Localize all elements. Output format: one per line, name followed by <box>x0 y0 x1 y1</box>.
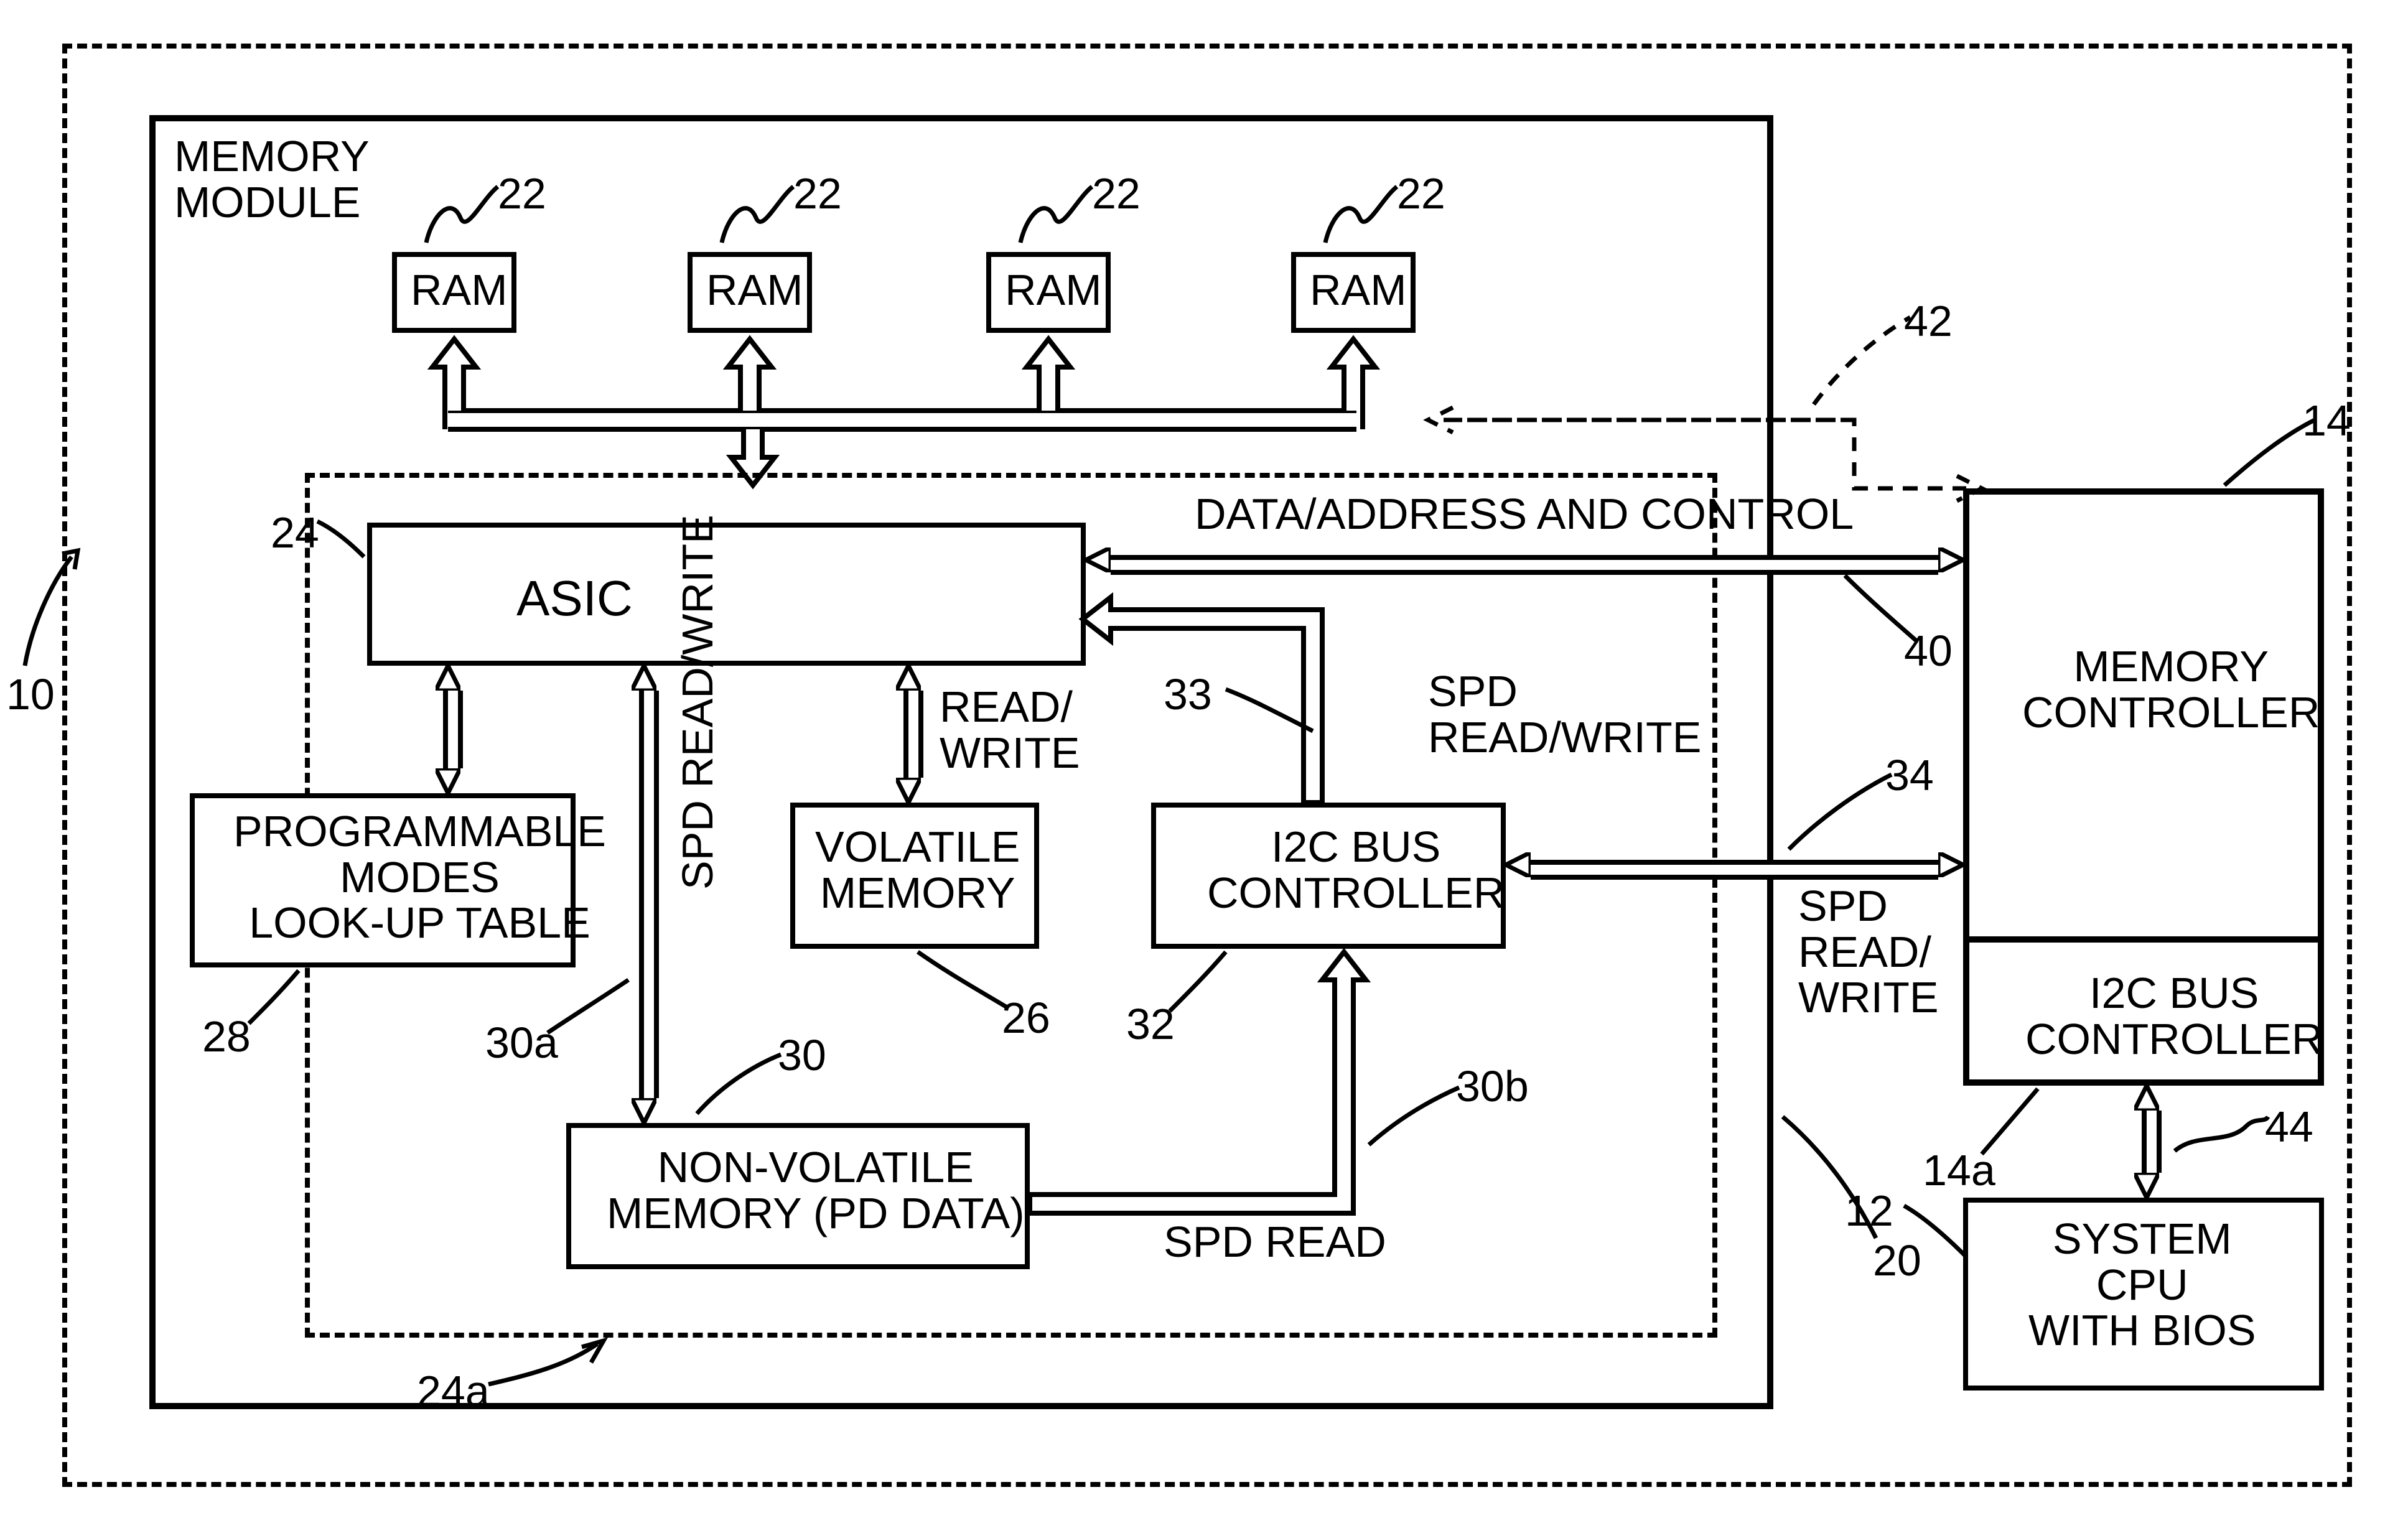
ref-24a: 24a <box>417 1369 490 1415</box>
arrow-asic-memctrl <box>1086 547 1963 572</box>
lut-label: PROGRAMMABLE MODES LOOK-UP TABLE <box>233 809 606 946</box>
ref-34: 34 <box>1885 753 1934 799</box>
memory-controller-label: MEMORY CONTROLLER <box>2022 644 2320 735</box>
leader-10 <box>19 547 93 675</box>
leader-44 <box>2172 1114 2271 1167</box>
arrow-14a-cpu <box>2134 1086 2159 1198</box>
ref-28: 28 <box>202 1014 251 1060</box>
label-spd-read: SPD READ <box>1164 1219 1386 1265</box>
leader-ram3 <box>1017 180 1104 252</box>
ref-ram4: 22 <box>1397 171 1445 217</box>
leader-24a <box>479 1341 604 1406</box>
ref-30b: 30b <box>1456 1064 1529 1110</box>
ref-30a: 30a <box>485 1020 558 1066</box>
ref-ram1: 22 <box>498 171 546 217</box>
ref-30: 30 <box>778 1033 826 1079</box>
leader-30 <box>694 1051 787 1123</box>
ref-44: 44 <box>2265 1104 2313 1150</box>
nvm-label: NON-VOLATILE MEMORY (PD DATA) <box>607 1145 1025 1236</box>
leader-33 <box>1220 684 1319 743</box>
volatile-memory-label: VOLATILE MEMORY <box>815 824 1020 916</box>
arrow-asic-vm <box>896 666 921 803</box>
label-spd-rw-30a: SPD READ/WRITE <box>675 515 721 890</box>
ram-4-label: RAM <box>1310 268 1407 314</box>
system-cpu-label: SYSTEM CPU WITH BIOS <box>2028 1216 2256 1354</box>
ref-14: 14 <box>2302 398 2351 444</box>
divider-14-14a <box>1963 936 2324 943</box>
ref-24: 24 <box>271 510 319 556</box>
leader-42 <box>1811 311 1916 414</box>
ref-10: 10 <box>6 672 55 718</box>
ref-42: 42 <box>1904 299 1953 345</box>
leader-12 <box>1898 1201 1972 1266</box>
asic-box <box>367 523 1086 666</box>
ram-2-label: RAM <box>706 268 803 314</box>
leader-ram1 <box>423 180 510 252</box>
ref-12: 12 <box>1845 1188 1893 1234</box>
i2c-controller-14a-label: I2C BUS CONTROLLER <box>2025 971 2323 1062</box>
memory-module-title: MEMORY MODULE <box>174 134 370 225</box>
arrow-asic-lut <box>436 666 460 793</box>
leader-ram4 <box>1322 180 1409 252</box>
arrow-nvm-i2c <box>1030 946 1403 1213</box>
ref-40: 40 <box>1904 628 1953 674</box>
asic-label: ASIC <box>516 572 633 625</box>
label-read-write: READ/ WRITE <box>940 684 1080 776</box>
ram-bus <box>386 333 1444 470</box>
leader-30b <box>1366 1083 1465 1154</box>
arrow-asic-nvm <box>632 666 656 1123</box>
ref-ram3: 22 <box>1092 171 1141 217</box>
i2c-bus-controller-label: I2C BUS CONTROLLER <box>1207 824 1505 916</box>
label-spd-rw-33: SPD READ/WRITE <box>1428 669 1701 760</box>
leader-24 <box>311 516 373 569</box>
leader-ram2 <box>719 180 806 252</box>
leader-28 <box>243 967 317 1033</box>
ref-14a: 14a <box>1923 1148 1995 1194</box>
ref-ram2: 22 <box>793 171 842 217</box>
label-spd-rw-34: SPD READ/ WRITE <box>1798 883 1939 1021</box>
ram-1-label: RAM <box>411 268 508 314</box>
leader-34 <box>1786 768 1898 859</box>
ref-33: 33 <box>1164 672 1212 718</box>
ram-3-label: RAM <box>1005 268 1102 314</box>
leader-26 <box>915 949 1014 1020</box>
